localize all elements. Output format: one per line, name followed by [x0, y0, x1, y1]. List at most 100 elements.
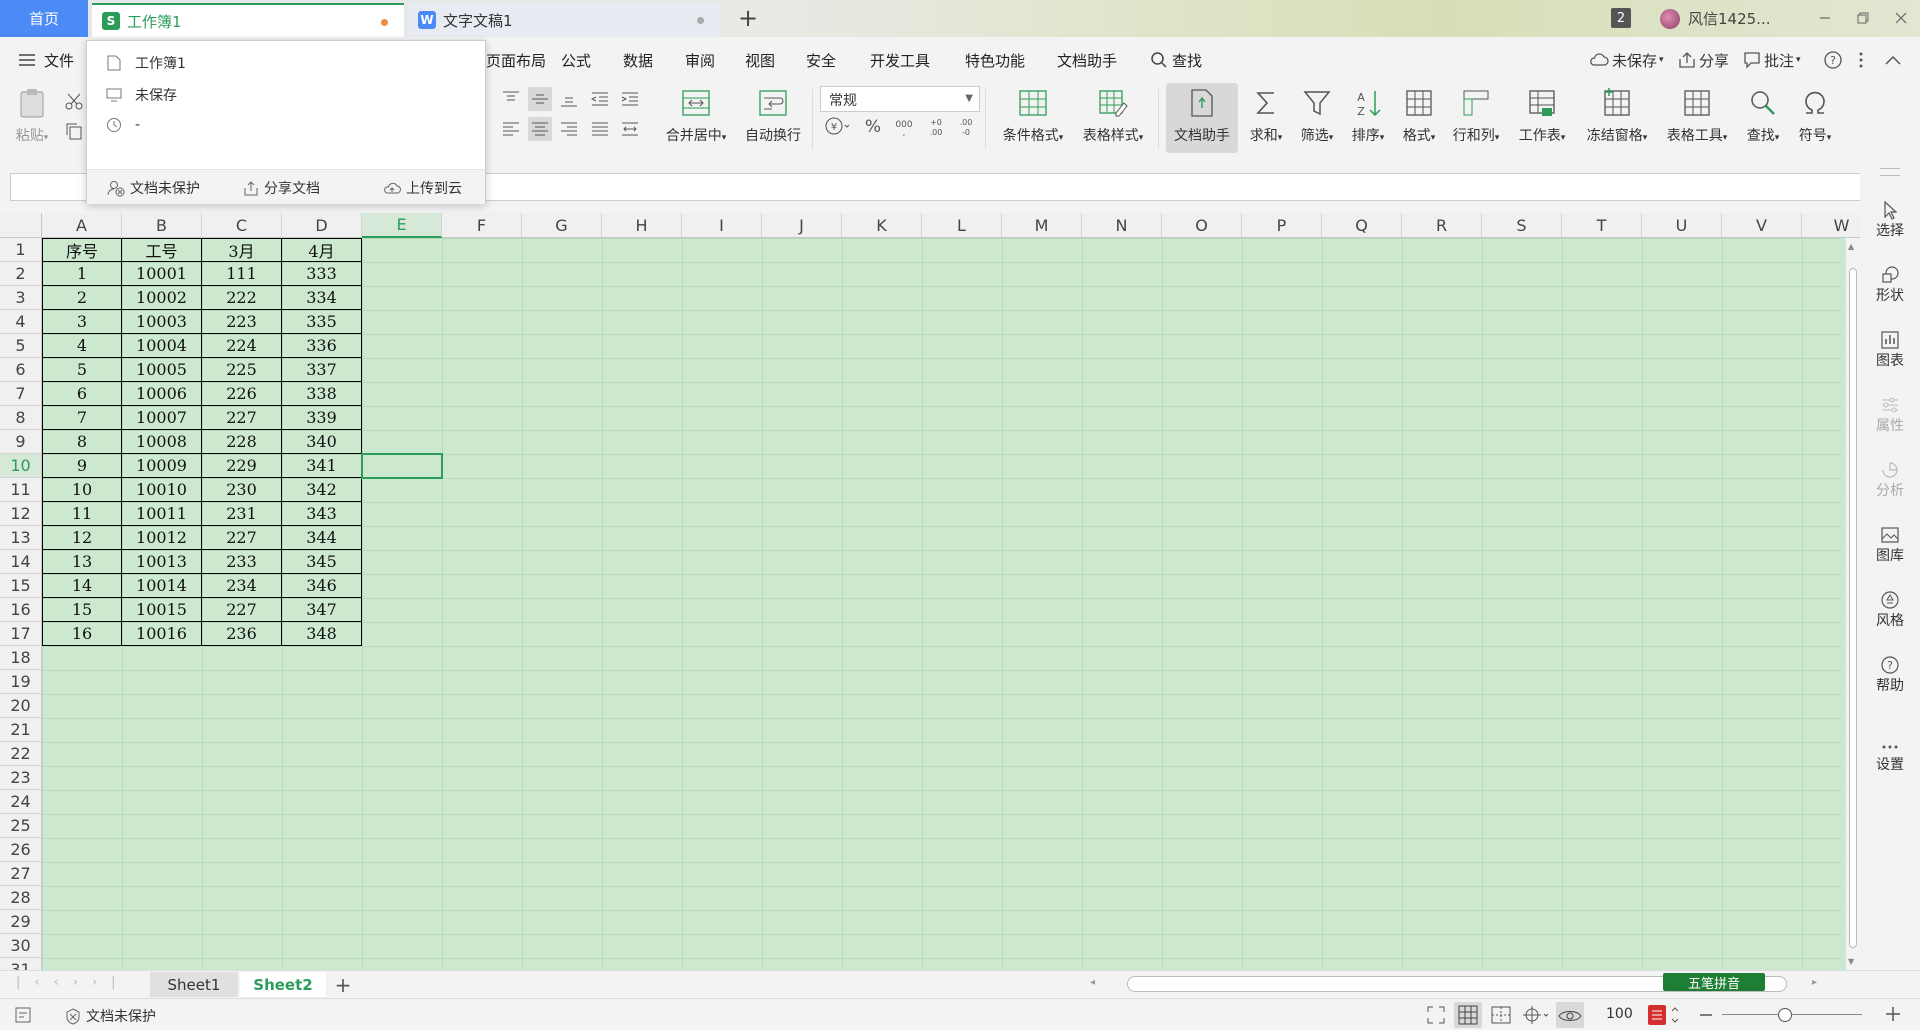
column-header[interactable]: O [1162, 213, 1242, 238]
row-header[interactable]: 31 [0, 958, 42, 970]
table-cell[interactable]: 222 [202, 286, 282, 310]
table-cell[interactable]: 11 [42, 502, 122, 526]
row-header[interactable]: 24 [0, 790, 42, 814]
ime-indicator[interactable]: 五笔拼音 [1663, 973, 1765, 992]
row-header[interactable]: 14 [0, 550, 42, 574]
table-cell[interactable]: 236 [202, 622, 282, 646]
popup-share-button[interactable]: 分享文档 [243, 170, 320, 205]
column-header[interactable]: T [1562, 213, 1642, 238]
align-bottom-button[interactable] [557, 87, 581, 111]
justify-button[interactable] [588, 117, 612, 141]
zoom-menu-button[interactable] [1646, 1003, 1686, 1027]
column-header[interactable]: H [602, 213, 682, 238]
row-header[interactable]: 12 [0, 502, 42, 526]
table-cell[interactable]: 10009 [122, 454, 202, 478]
sidebar-item-shapes[interactable]: 形状 [1860, 265, 1920, 305]
menu-developer[interactable]: 开发工具 [870, 37, 930, 83]
column-header[interactable]: S [1482, 213, 1562, 238]
menu-page-layout[interactable]: 页面布局 [486, 37, 546, 83]
cut-button[interactable] [62, 89, 86, 113]
row-header[interactable]: 18 [0, 646, 42, 670]
eye-protection-button[interactable] [1556, 1002, 1584, 1028]
menu-features[interactable]: 特色功能 [965, 37, 1025, 83]
conditional-format-button[interactable]: 条件格式▾ [996, 83, 1070, 153]
table-cell[interactable]: 334 [282, 286, 362, 310]
home-tab[interactable]: 首页 [0, 0, 88, 37]
menu-doc-assistant[interactable]: 文档助手 [1057, 37, 1117, 83]
increase-indent-button[interactable] [618, 87, 642, 111]
sheet-tab-sheet1[interactable]: Sheet1 [150, 972, 238, 997]
column-header[interactable]: Q [1322, 213, 1402, 238]
popup-protect-button[interactable]: 文档未保护 [107, 170, 200, 205]
doc-assistant-button[interactable]: 文档助手 [1166, 83, 1238, 153]
table-cell[interactable]: 14 [42, 574, 122, 598]
window-count-badge[interactable]: 2 [1611, 8, 1631, 28]
row-header[interactable]: 16 [0, 598, 42, 622]
table-style-button[interactable]: 表格样式▾ [1076, 83, 1150, 153]
add-sheet-button[interactable]: + [330, 972, 356, 997]
column-header[interactable]: K [842, 213, 922, 238]
collapse-ribbon-button[interactable] [1885, 37, 1901, 83]
hscroll-right-arrow[interactable]: ▸ [1812, 977, 1817, 988]
table-cell[interactable]: 223 [202, 310, 282, 334]
filter-button[interactable]: 筛选▾ [1294, 83, 1340, 153]
table-cell[interactable]: 336 [282, 334, 362, 358]
sidebar-item-chart[interactable]: 图表 [1860, 330, 1920, 370]
unsaved-button[interactable]: 未保存 ▾ [1589, 37, 1664, 83]
menu-data[interactable]: 数据 [623, 37, 653, 83]
zoom-out-button[interactable] [1698, 1005, 1714, 1025]
row-header[interactable]: 3 [0, 286, 42, 310]
table-cell[interactable]: 序号 [42, 238, 122, 262]
table-cell[interactable]: 10005 [122, 358, 202, 382]
row-header[interactable]: 9 [0, 430, 42, 454]
menu-review[interactable]: 审阅 [685, 37, 715, 83]
table-cell[interactable]: 5 [42, 358, 122, 382]
table-cell[interactable]: 10003 [122, 310, 202, 334]
row-header[interactable]: 28 [0, 886, 42, 910]
row-header[interactable]: 21 [0, 718, 42, 742]
table-cell[interactable]: 4月 [282, 238, 362, 262]
close-button[interactable] [1884, 4, 1918, 32]
align-center-button[interactable] [528, 117, 552, 141]
table-cell[interactable]: 10002 [122, 286, 202, 310]
table-cell[interactable]: 231 [202, 502, 282, 526]
column-header[interactable]: F [442, 213, 522, 238]
table-cell[interactable]: 15 [42, 598, 122, 622]
copy-button[interactable] [62, 119, 86, 143]
minimize-button[interactable] [1808, 4, 1842, 32]
sidebar-item-properties[interactable]: 属性 [1860, 395, 1920, 435]
currency-button[interactable]: ¥ [825, 116, 851, 136]
table-cell[interactable]: 227 [202, 526, 282, 550]
table-cell[interactable]: 233 [202, 550, 282, 574]
find-button[interactable]: 查找▾ [1740, 83, 1786, 153]
column-header[interactable]: I [682, 213, 762, 238]
table-cell[interactable]: 111 [202, 262, 282, 286]
table-cell[interactable]: 344 [282, 526, 362, 550]
table-cell[interactable]: 12 [42, 526, 122, 550]
table-cell[interactable]: 1 [42, 262, 122, 286]
tab-document[interactable]: W 文字文稿1 [408, 3, 720, 37]
row-header[interactable]: 29 [0, 910, 42, 934]
row-header[interactable]: 6 [0, 358, 42, 382]
zoom-value[interactable]: 100 [1606, 1006, 1633, 1022]
row-header[interactable]: 26 [0, 838, 42, 862]
comment-button[interactable]: 批注 ▾ [1743, 37, 1801, 83]
normal-view-button[interactable] [1454, 1002, 1482, 1028]
paste-button[interactable]: 粘贴▾ [10, 83, 54, 153]
row-header[interactable]: 13 [0, 526, 42, 550]
page-break-view-button[interactable] [1490, 1005, 1512, 1025]
table-cell[interactable]: 333 [282, 262, 362, 286]
vertical-scroll-thumb[interactable] [1849, 268, 1857, 948]
column-header[interactable]: E [362, 213, 442, 238]
row-header[interactable]: 10 [0, 454, 42, 478]
table-cell[interactable]: 10 [42, 478, 122, 502]
table-cell[interactable]: 10004 [122, 334, 202, 358]
menu-view[interactable]: 视图 [745, 37, 775, 83]
menu-search[interactable]: 查找 [1150, 37, 1202, 83]
zoom-in-button[interactable] [1884, 1004, 1902, 1024]
table-cell[interactable]: 2 [42, 286, 122, 310]
table-cell[interactable]: 343 [282, 502, 362, 526]
cell-area[interactable]: 序号 工号 3月 4月 1 10001 111 333 2 10002 222 334 3 10003 22… [42, 238, 1842, 970]
table-cell[interactable]: 338 [282, 382, 362, 406]
row-header[interactable]: 17 [0, 622, 42, 646]
